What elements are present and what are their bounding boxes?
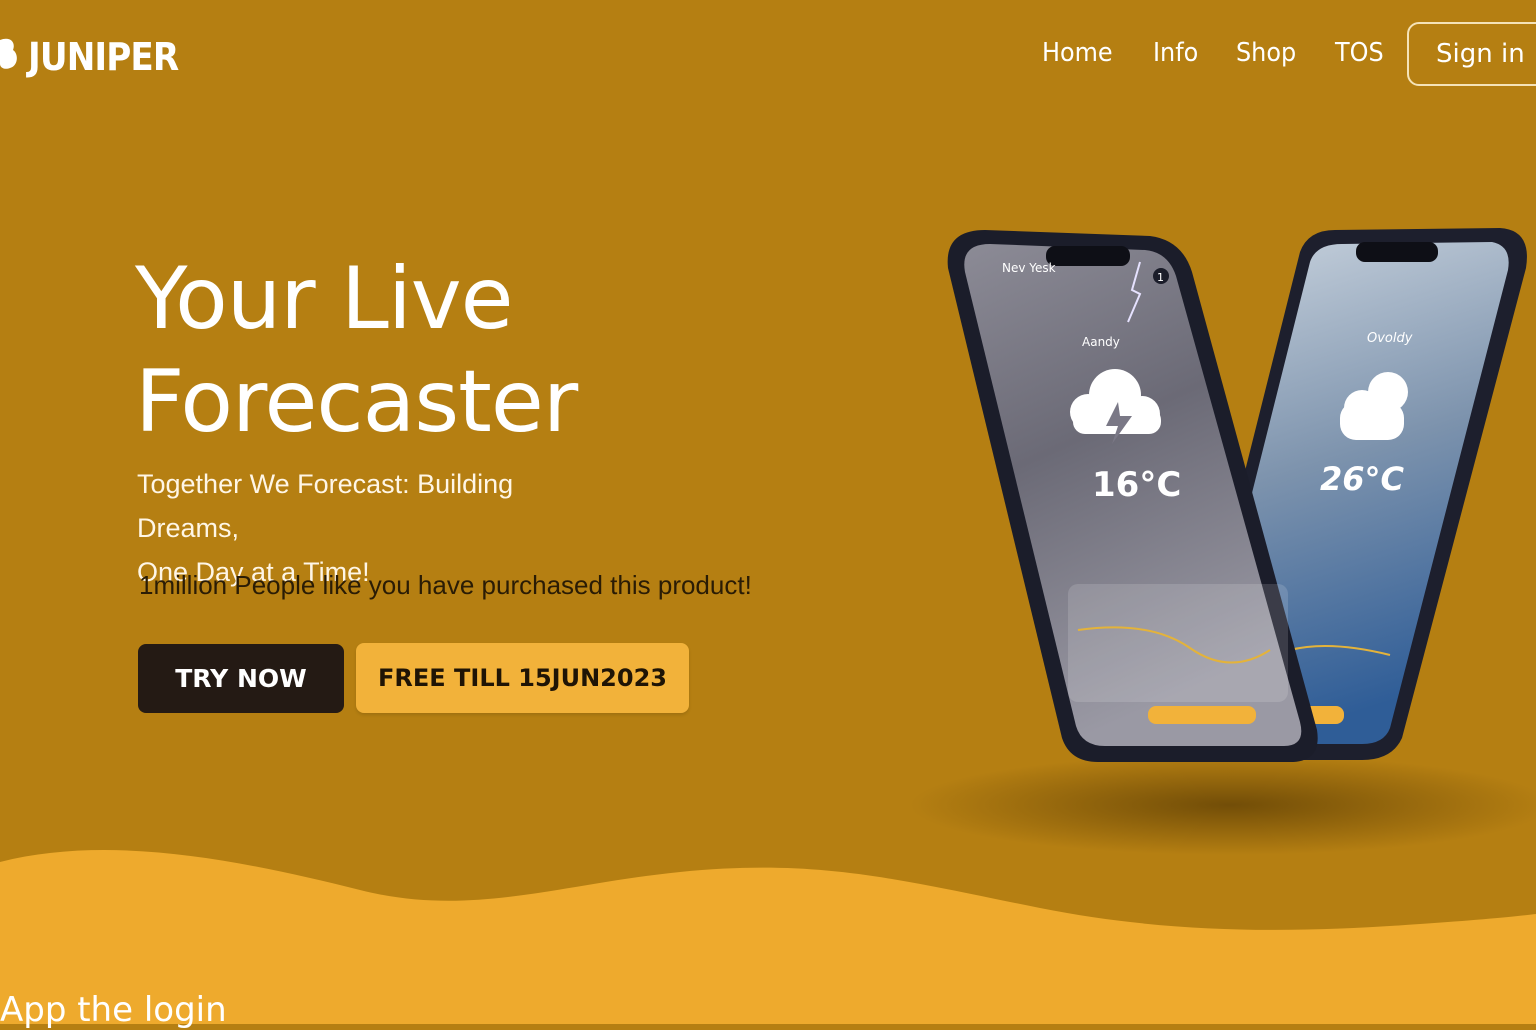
back-phone-condition: Ovoldy: [1367, 331, 1413, 346]
nav-home[interactable]: Home: [1042, 38, 1113, 68]
cloud-logo-icon: [0, 38, 17, 69]
bottom-section-heading: App the login: [0, 990, 227, 1030]
cloudy-icon: [1340, 372, 1408, 440]
front-phone-temp: 16°C: [1092, 465, 1181, 505]
social-proof: 1million People like you have purchased …: [139, 570, 752, 600]
thunderstorm-cloud-icon: [1070, 369, 1161, 444]
main-nav: Home Info Shop TOS: [1042, 38, 1422, 68]
try-now-button[interactable]: TRY NOW: [138, 644, 344, 713]
brand[interactable]: JUNIPER: [0, 34, 195, 80]
bottom-wave: [0, 850, 1536, 1024]
free-trial-button[interactable]: FREE TILL 15JUN2023: [356, 643, 689, 713]
brand-name: JUNIPER: [28, 35, 179, 79]
sign-in-button[interactable]: Sign in: [1407, 22, 1536, 86]
front-phone-condition: Aandy: [1082, 335, 1120, 349]
front-phone-badge: 1: [1157, 271, 1164, 284]
nav-shop[interactable]: Shop: [1236, 38, 1296, 68]
hero-title-line2: Forecaster: [135, 352, 578, 452]
hero-title: Your Live Forecaster: [135, 248, 695, 454]
front-phone-header: Nev Yesk: [1002, 261, 1056, 275]
nav-tos[interactable]: TOS: [1335, 38, 1384, 68]
nav-info[interactable]: Info: [1153, 38, 1198, 68]
front-phone: Nev Yesk 1 Aandy 16°C: [947, 230, 1318, 762]
hero-subtitle-line1: Together We Forecast: Building Dreams,: [137, 469, 514, 543]
hero-title-line1: Your Live: [135, 249, 514, 349]
back-phone-temp: 26°C: [1320, 460, 1405, 498]
back-phone: Ovoldy 26°C: [1177, 228, 1527, 760]
